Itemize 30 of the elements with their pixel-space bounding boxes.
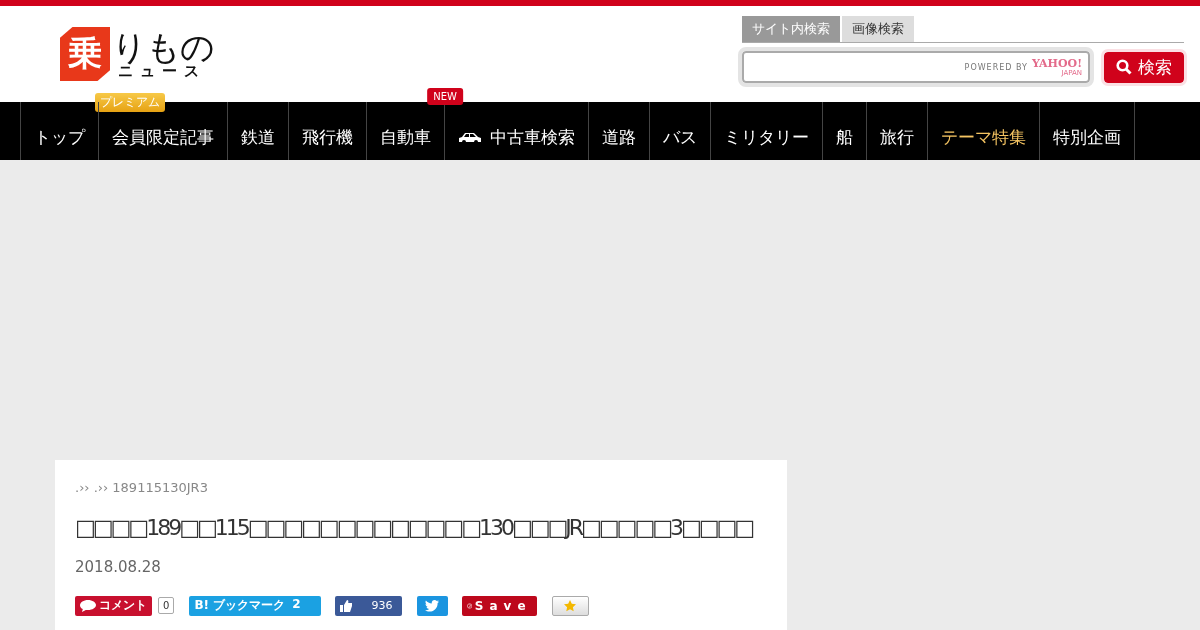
- premium-badge: プレミアム: [95, 93, 165, 112]
- nav-link[interactable]: 会員限定記事: [99, 122, 227, 160]
- article-title: □□□□189□□115□□□□□□□□□□□□□130□□□JR□□□□□3□□□□: [75, 514, 753, 542]
- pin-button[interactable]: Save: [461, 595, 537, 616]
- nav-link[interactable]: テーマ特集: [928, 122, 1039, 160]
- nav-link[interactable]: バス: [650, 122, 710, 160]
- nav-link[interactable]: 自動車: [367, 122, 444, 160]
- powered-by-text: POWERED BY: [964, 62, 1028, 72]
- bookmark-count: 2: [292, 596, 301, 611]
- nav-link[interactable]: 特別企画: [1040, 122, 1134, 160]
- logo-subtitle: ニュース: [118, 63, 206, 79]
- nav-link[interactable]: 道路: [589, 122, 649, 160]
- provider-logo: YAHOO!: [1031, 57, 1082, 69]
- logo-mark[interactable]: 乗: [60, 27, 110, 81]
- nav-link[interactable]: 飛行機: [289, 122, 366, 160]
- comment-count: 0: [158, 597, 175, 615]
- breadcrumb: .›› .›› 189115130JR3: [75, 480, 209, 495]
- nav-link[interactable]: トップ: [21, 122, 98, 160]
- nav-link[interactable]: 中古車検索: [445, 122, 588, 160]
- nav-link[interactable]: 船: [823, 122, 866, 160]
- search-tab[interactable]: 画像検索: [842, 16, 914, 42]
- like-button[interactable]: 936: [334, 595, 402, 616]
- comment-button[interactable]: コメント: [75, 595, 152, 616]
- search-button[interactable]: 検索: [1104, 51, 1184, 83]
- article-date: 2018.08.28: [75, 557, 162, 576]
- nav-link[interactable]: 旅行: [867, 122, 927, 160]
- new-badge: NEW: [427, 88, 463, 105]
- like-count: 936: [371, 599, 394, 613]
- nav-link[interactable]: 鉄道: [228, 122, 288, 160]
- nav-link[interactable]: ミリタリー: [711, 122, 822, 160]
